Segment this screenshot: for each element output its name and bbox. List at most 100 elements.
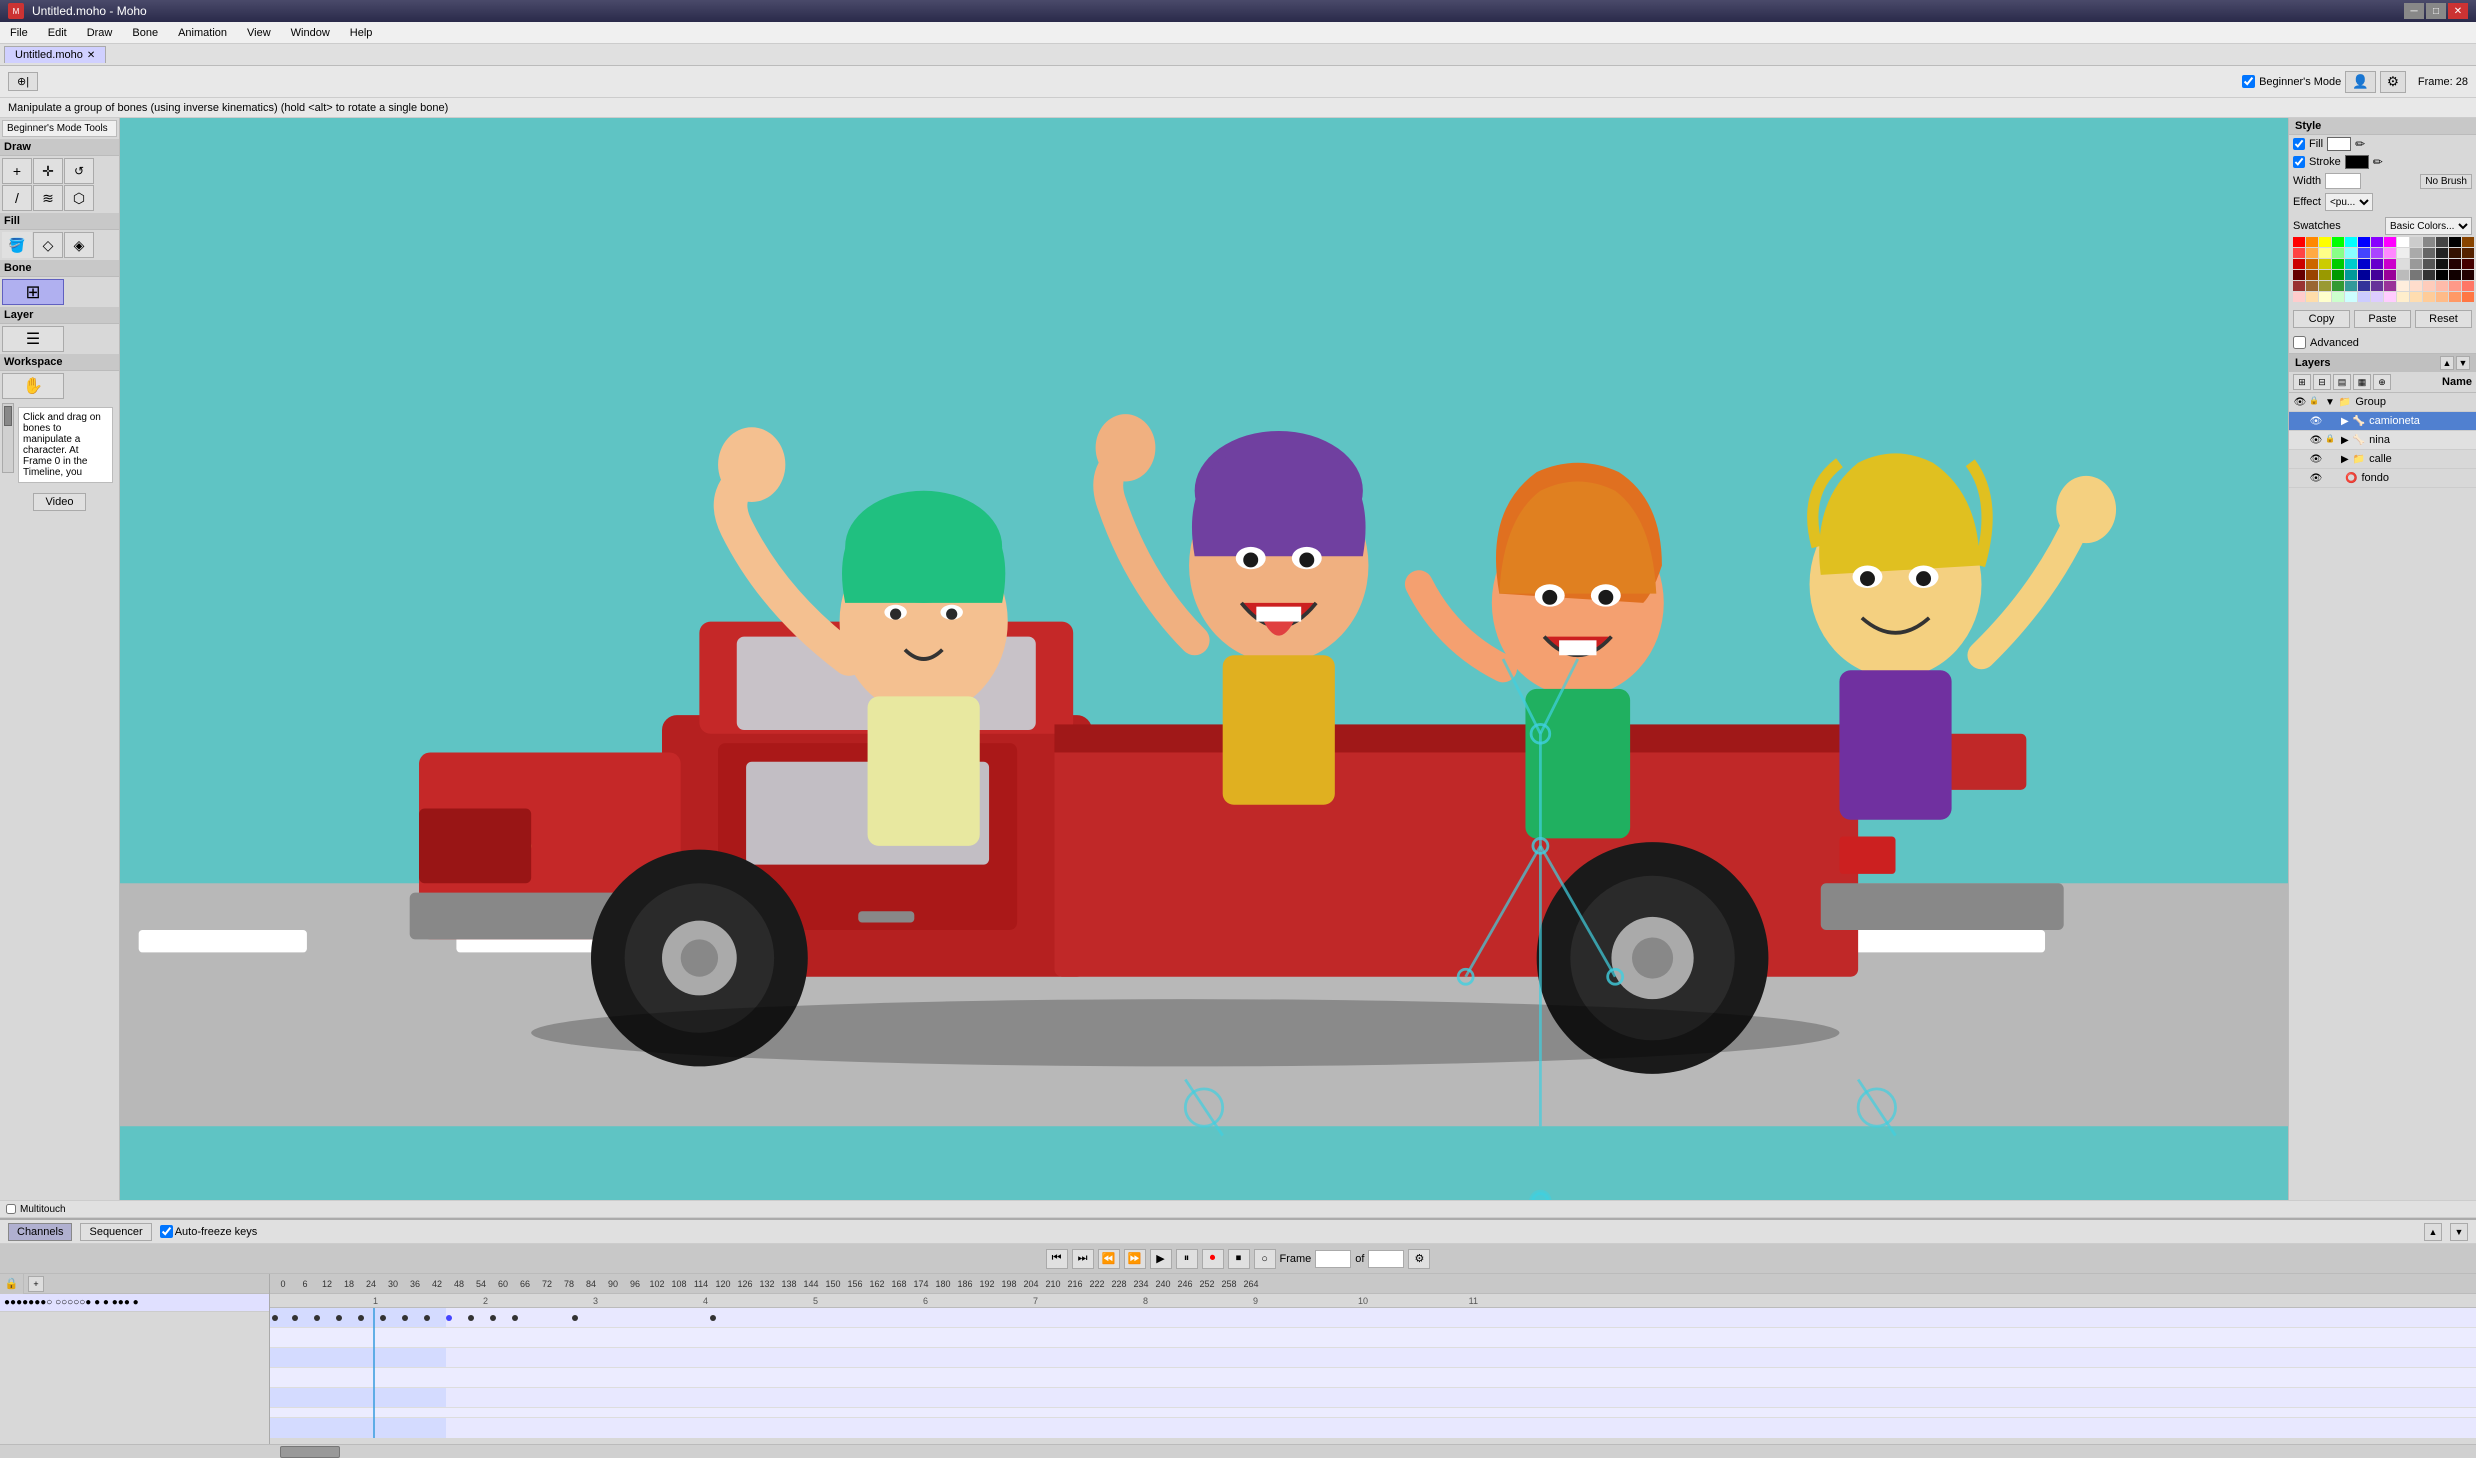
effect-select[interactable]: <pu... xyxy=(2325,193,2373,211)
no-brush-button[interactable]: No Brush xyxy=(2420,174,2472,189)
layer-lock-group[interactable]: 🔒 xyxy=(2309,396,2321,408)
layer-tool-2[interactable]: ⊟ xyxy=(2313,374,2331,390)
color-swatch-cell[interactable] xyxy=(2319,259,2331,269)
color-swatch-cell[interactable] xyxy=(2319,237,2331,247)
color-swatch-cell[interactable] xyxy=(2410,281,2422,291)
color-swatch-cell[interactable] xyxy=(2371,237,2383,247)
color-swatch-cell[interactable] xyxy=(2293,270,2305,280)
color-swatch-cell[interactable] xyxy=(2462,292,2474,302)
tl-collapse-btn[interactable]: ▼ xyxy=(2450,1223,2468,1241)
color-swatch-cell[interactable] xyxy=(2332,281,2344,291)
layer-eye-fondo[interactable]: 👁 xyxy=(2309,471,2323,485)
track-row-2[interactable] xyxy=(270,1328,2476,1348)
close-button[interactable]: ✕ xyxy=(2448,3,2468,19)
color-swatch-cell[interactable] xyxy=(2306,259,2318,269)
color-swatch-cell[interactable] xyxy=(2423,259,2435,269)
color-swatch-cell[interactable] xyxy=(2410,237,2422,247)
layer-lock-nina[interactable]: 🔒 xyxy=(2325,434,2337,446)
total-frames-input[interactable]: 48 xyxy=(1368,1250,1404,1268)
layer-tool-1[interactable]: ⊞ xyxy=(2293,374,2311,390)
color-swatch-cell[interactable] xyxy=(2384,259,2396,269)
layer-tool-4[interactable]: ▦ xyxy=(2353,374,2371,390)
layer-eye-calle[interactable]: 👁 xyxy=(2309,452,2323,466)
stroke-edit-icon[interactable]: ✏ xyxy=(2373,155,2383,169)
color-swatch-cell[interactable] xyxy=(2397,248,2409,258)
copy-button[interactable]: Copy xyxy=(2293,310,2350,328)
layer-expand-calle[interactable]: ▶ xyxy=(2341,454,2349,465)
color-swatch-cell[interactable] xyxy=(2306,292,2318,302)
color-swatch-cell[interactable] xyxy=(2410,248,2422,258)
layer-select-tool[interactable]: ☰ xyxy=(2,326,64,352)
color-swatch-cell[interactable] xyxy=(2306,281,2318,291)
color-swatch-cell[interactable] xyxy=(2410,259,2422,269)
track-row-1[interactable] xyxy=(270,1308,2476,1328)
sequencer-btn[interactable]: Sequencer xyxy=(80,1223,151,1241)
auto-freeze-checkbox[interactable] xyxy=(160,1225,173,1238)
step-back-btn[interactable]: ⏪ xyxy=(1098,1249,1120,1269)
canvas-area[interactable] xyxy=(120,118,2288,1200)
layers-scroll-down[interactable]: ▼ xyxy=(2456,356,2470,370)
color-swatch-cell[interactable] xyxy=(2293,281,2305,291)
color-swatch-cell[interactable] xyxy=(2423,292,2435,302)
paint-fill-tool[interactable]: ◇ xyxy=(33,232,63,258)
track-row-3[interactable] xyxy=(270,1348,2476,1368)
color-swatch-cell[interactable] xyxy=(2449,237,2461,247)
color-swatch-cell[interactable] xyxy=(2306,248,2318,258)
layer-lock-camioneta[interactable] xyxy=(2325,415,2337,427)
wave-tool[interactable]: ≋ xyxy=(33,185,63,211)
lock-all-btn[interactable]: 🔒 xyxy=(0,1274,24,1294)
color-swatch-cell[interactable] xyxy=(2332,270,2344,280)
toolbar-transform-btn[interactable]: ⊕| xyxy=(8,72,38,91)
color-swatch-cell[interactable] xyxy=(2332,259,2344,269)
minimize-button[interactable]: ─ xyxy=(2404,3,2424,19)
track-row-4[interactable] xyxy=(270,1368,2476,1388)
color-swatch-cell[interactable] xyxy=(2345,270,2357,280)
timeline-tracks[interactable]: 0 6 12 18 24 30 36 42 48 54 60 66 72 78 … xyxy=(270,1274,2476,1444)
menu-view[interactable]: View xyxy=(241,25,277,41)
color-swatch-cell[interactable] xyxy=(2410,292,2422,302)
color-swatch-cell[interactable] xyxy=(2293,292,2305,302)
color-swatch-cell[interactable] xyxy=(2449,248,2461,258)
color-swatch-cell[interactable] xyxy=(2306,237,2318,247)
color-swatch-cell[interactable] xyxy=(2462,270,2474,280)
record-btn[interactable]: ⏺ xyxy=(1202,1249,1224,1269)
manipulate-bone-tool[interactable]: ⊞ xyxy=(2,279,64,305)
color-swatch-cell[interactable] xyxy=(2293,237,2305,247)
color-swatch-cell[interactable] xyxy=(2345,259,2357,269)
stroke-checkbox[interactable] xyxy=(2293,156,2305,168)
play-btn[interactable]: ▶ xyxy=(1150,1249,1172,1269)
color-swatch-cell[interactable] xyxy=(2371,292,2383,302)
add-channel-btn[interactable]: + xyxy=(28,1276,44,1292)
layer-eye-nina[interactable]: 👁 xyxy=(2309,433,2323,447)
color-swatch-cell[interactable] xyxy=(2358,248,2370,258)
delete-fill-tool[interactable]: ◈ xyxy=(64,232,94,258)
layer-expand-nina[interactable]: ▶ xyxy=(2341,435,2349,446)
video-button[interactable]: Video xyxy=(33,493,87,511)
menu-draw[interactable]: Draw xyxy=(81,25,119,41)
layer-lock-calle[interactable] xyxy=(2325,453,2337,465)
color-swatch-cell[interactable] xyxy=(2358,281,2370,291)
swatches-preset-select[interactable]: Basic Colors... xyxy=(2385,217,2472,235)
profile-btn[interactable]: 👤 xyxy=(2345,71,2376,93)
pan-tool[interactable]: ✋ xyxy=(2,373,64,399)
color-swatch-cell[interactable] xyxy=(2397,281,2409,291)
color-swatch-cell[interactable] xyxy=(2345,248,2357,258)
polygon-tool[interactable]: ⬡ xyxy=(64,185,94,211)
width-input[interactable]: 9 xyxy=(2325,173,2361,189)
color-swatch-cell[interactable] xyxy=(2332,292,2344,302)
tracks-body[interactable] xyxy=(270,1308,2476,1438)
color-swatch-cell[interactable] xyxy=(2332,237,2344,247)
color-swatch-cell[interactable] xyxy=(2384,270,2396,280)
menu-bone[interactable]: Bone xyxy=(126,25,164,41)
menu-help[interactable]: Help xyxy=(344,25,379,41)
stop-btn[interactable]: ⏹ xyxy=(1228,1249,1250,1269)
layers-scroll-up[interactable]: ▲ xyxy=(2440,356,2454,370)
color-swatch-cell[interactable] xyxy=(2345,292,2357,302)
beginners-mode-checkbox[interactable] xyxy=(2242,75,2255,88)
color-swatch-cell[interactable] xyxy=(2449,270,2461,280)
color-swatch-cell[interactable] xyxy=(2462,281,2474,291)
color-swatch-cell[interactable] xyxy=(2293,259,2305,269)
color-swatch-cell[interactable] xyxy=(2436,281,2448,291)
track-row-5[interactable] xyxy=(270,1388,2476,1408)
color-swatch-cell[interactable] xyxy=(2319,270,2331,280)
